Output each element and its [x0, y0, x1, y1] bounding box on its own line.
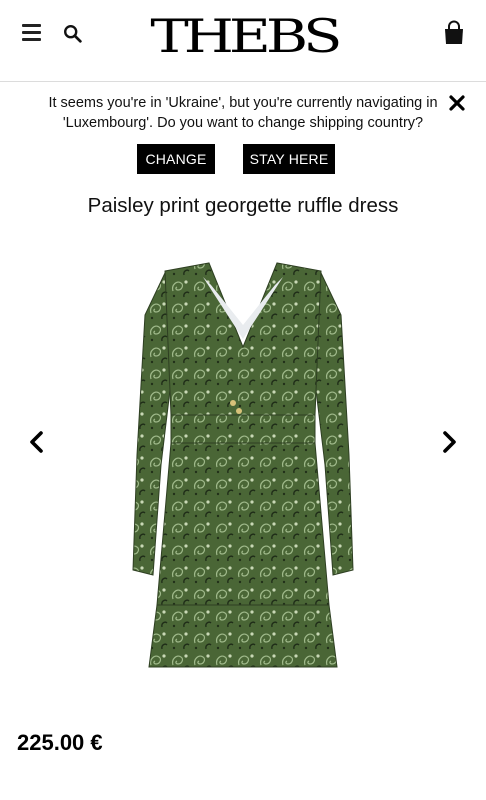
country-banner: It seems you're in 'Ukraine', but you're… [0, 83, 486, 183]
stay-here-button[interactable]: STAY HERE [243, 144, 335, 174]
product-title: Paisley print georgette ruffle dress [87, 194, 399, 217]
brand-logo[interactable]: THEBS [139, 9, 349, 63]
search-icon[interactable] [62, 23, 84, 45]
product-price: 225.00 € [17, 730, 103, 755]
chevron-left-icon[interactable] [25, 428, 49, 456]
change-country-button[interactable]: CHANGE [137, 144, 215, 174]
product-image[interactable] [125, 255, 361, 675]
shopping-bag-icon[interactable] [442, 20, 466, 46]
hamburger-menu-icon[interactable] [22, 24, 42, 42]
chevron-right-icon[interactable] [437, 428, 461, 456]
site-header: THEBS [0, 0, 486, 82]
banner-message: It seems you're in 'Ukraine', but you're… [48, 95, 438, 131]
close-icon[interactable] [447, 93, 467, 113]
